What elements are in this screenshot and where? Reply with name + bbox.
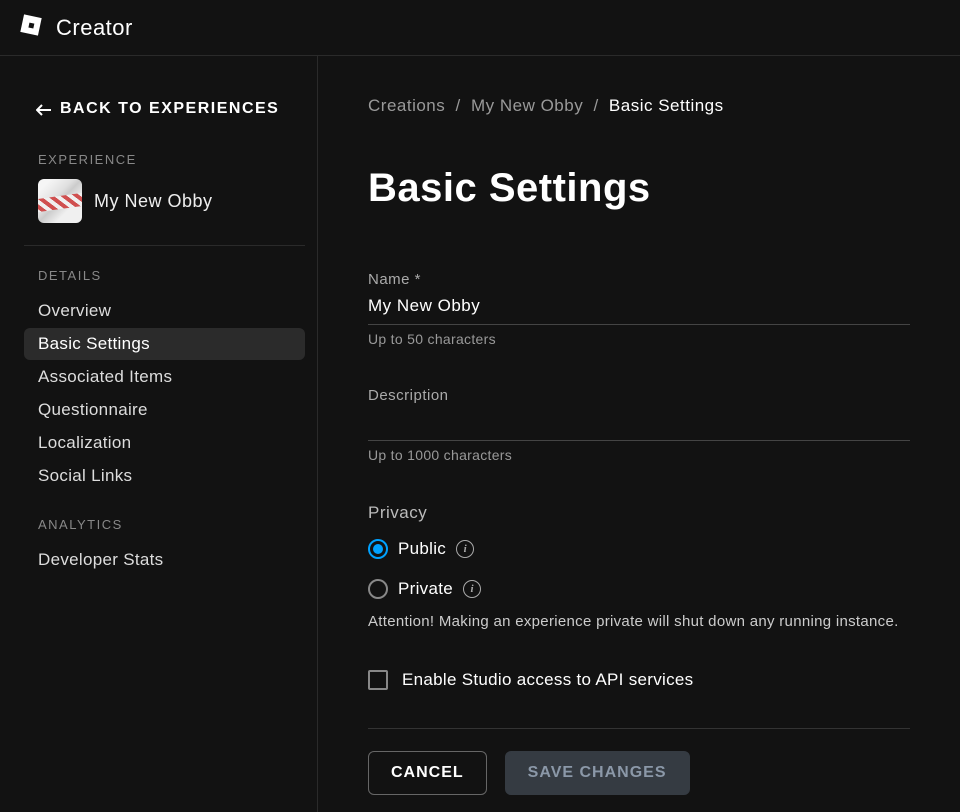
breadcrumb-separator: / — [593, 96, 598, 115]
breadcrumb: Creations / My New Obby / Basic Settings — [368, 96, 910, 116]
experience-title: My New Obby — [94, 191, 213, 212]
privacy-field-group: Privacy Public i Private i Attention! Ma… — [368, 503, 910, 630]
api-access-checkbox-row[interactable]: Enable Studio access to API services — [368, 670, 910, 690]
sidebar-item-basic-settings[interactable]: Basic Settings — [24, 328, 305, 360]
sidebar-item-social-links[interactable]: Social Links — [24, 460, 305, 492]
privacy-public-option[interactable]: Public i — [368, 533, 910, 565]
experience-card[interactable]: My New Obby — [24, 167, 305, 223]
breadcrumb-item[interactable]: Creations — [368, 96, 445, 115]
sidebar-item-developer-stats[interactable]: Developer Stats — [24, 544, 305, 576]
api-access-label: Enable Studio access to API services — [402, 670, 693, 690]
privacy-option-label: Private — [398, 579, 453, 599]
sidebar-item-questionnaire[interactable]: Questionnaire — [24, 394, 305, 426]
breadcrumb-separator: / — [456, 96, 461, 115]
sidebar-section-analytics: ANALYTICS — [24, 517, 305, 532]
sidebar-divider — [24, 245, 305, 246]
sidebar-item-localization[interactable]: Localization — [24, 427, 305, 459]
sidebar: BACK TO EXPERIENCES EXPERIENCE My New Ob… — [0, 56, 318, 812]
experience-thumbnail — [38, 179, 82, 223]
description-field-group: Description Up to 1000 characters — [368, 387, 910, 463]
arrow-left-icon — [36, 103, 52, 115]
name-field-group: Name * Up to 50 characters — [368, 271, 910, 347]
cancel-button[interactable]: CANCEL — [368, 751, 487, 795]
logo-text: Creator — [56, 15, 133, 41]
actions-bar: CANCEL SAVE CHANGES — [368, 751, 910, 795]
description-input[interactable] — [368, 408, 910, 441]
name-label: Name * — [368, 271, 910, 288]
sidebar-item-associated-items[interactable]: Associated Items — [24, 361, 305, 393]
radio-icon — [368, 579, 388, 599]
nav-group-details: Overview Basic Settings Associated Items… — [24, 295, 305, 492]
save-changes-button[interactable]: SAVE CHANGES — [505, 751, 690, 795]
privacy-warning: Attention! Making an experience private … — [368, 613, 910, 630]
radio-icon — [368, 539, 388, 559]
back-to-experiences-link[interactable]: BACK TO EXPERIENCES — [24, 96, 305, 122]
roblox-logo-icon — [18, 14, 46, 42]
checkbox-icon — [368, 670, 388, 690]
sidebar-section-experience: EXPERIENCE — [24, 152, 305, 167]
description-helper: Up to 1000 characters — [368, 447, 910, 463]
page-title: Basic Settings — [368, 166, 910, 211]
name-input[interactable] — [368, 292, 910, 325]
top-header: Creator — [0, 0, 960, 56]
nav-group-analytics: Developer Stats — [24, 544, 305, 576]
description-label: Description — [368, 387, 910, 404]
sidebar-item-overview[interactable]: Overview — [24, 295, 305, 327]
info-icon[interactable]: i — [463, 580, 481, 598]
breadcrumb-current: Basic Settings — [609, 96, 724, 115]
info-icon[interactable]: i — [456, 540, 474, 558]
privacy-option-label: Public — [398, 539, 446, 559]
privacy-private-option[interactable]: Private i — [368, 573, 910, 605]
breadcrumb-item[interactable]: My New Obby — [471, 96, 583, 115]
main-content: Creations / My New Obby / Basic Settings… — [318, 56, 960, 812]
privacy-label: Privacy — [368, 503, 910, 523]
actions-divider — [368, 728, 910, 729]
sidebar-section-details: DETAILS — [24, 268, 305, 283]
back-link-label: BACK TO EXPERIENCES — [60, 100, 279, 118]
name-helper: Up to 50 characters — [368, 331, 910, 347]
